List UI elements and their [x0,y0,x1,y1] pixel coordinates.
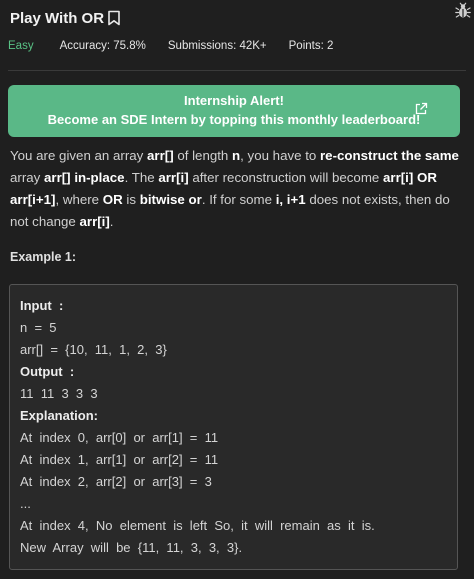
problem-description: You are given an array arr[] of length n… [10,148,459,229]
example-line: n = 5 [20,320,57,335]
example-line: Input : [20,298,64,313]
example-line: Explanation: [20,408,99,423]
submissions-stat: Submissions: 42K+ [167,40,267,52]
example-line: At index 1, arr[1] or arr[2] = 11 [20,452,219,467]
alert-message: Become an SDE Intern by topping this mon… [47,112,421,127]
example-line: At index 0, arr[0] or arr[1] = 11 [20,430,219,445]
internship-alert-banner[interactable]: Internship Alert! Become an SDE Intern b… [8,85,460,137]
example-line: 11 11 3 3 3 [20,386,98,401]
example-line: New Array will be {11, 11, 3, 3, 3}. [20,540,243,555]
bookmark-icon[interactable] [107,10,121,26]
problem-meta: Easy Accuracy: 75.8% Submissions: 42K+ P… [8,40,355,52]
difficulty-badge: Easy [8,40,34,52]
points-stat: Points: 2 [288,40,334,52]
example-line: arr[] = {10, 11, 1, 2, 3} [20,342,167,357]
example-line: At index 4, No element is left So, it wi… [20,518,375,533]
example-line: ... [20,496,31,511]
example-line: At index 2, arr[2] or arr[3] = 3 [20,474,212,489]
title-row: Play With OR [10,6,462,30]
problem-title: Play With OR [10,9,105,27]
external-link-icon[interactable] [414,102,428,116]
example-title: Example 1: [10,250,77,264]
example-line: Output : [20,364,75,379]
alert-title: Internship Alert! [184,93,284,108]
example-box: Input : n = 5 arr[] = {10, 11, 1, 2, 3} Out… [9,284,458,570]
divider [8,70,466,71]
accuracy-stat: Accuracy: 75.8% [59,40,146,52]
bug-report-icon[interactable] [454,2,472,20]
